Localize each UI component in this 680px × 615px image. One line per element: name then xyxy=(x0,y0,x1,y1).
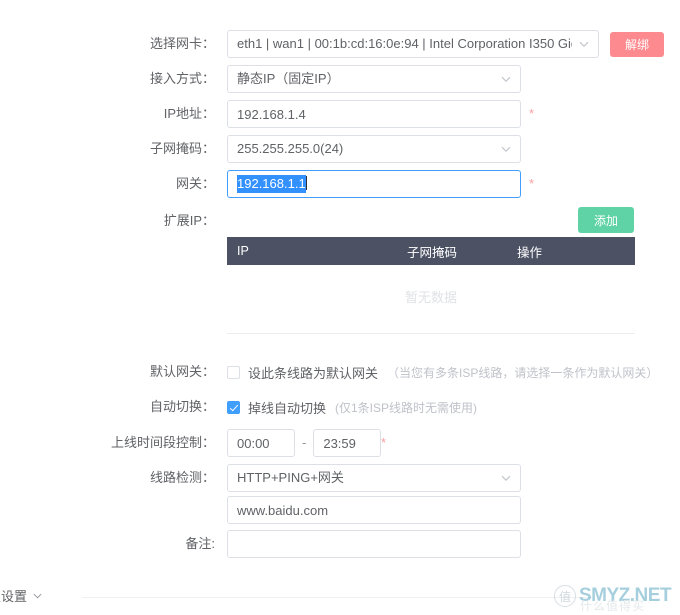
column-header-netmask: 子网掩码 xyxy=(407,245,458,260)
online-time-required-mark: * xyxy=(381,435,387,450)
advanced-settings-label: 级设置 xyxy=(0,589,28,604)
chevron-down-icon xyxy=(578,31,590,57)
gateway-selected-text: 192.168.1.1 xyxy=(237,175,306,193)
line-detect-select-field: HTTP+PING+网关 xyxy=(227,464,521,492)
ext-ip-table: IP 子网掩码 操作 暂无数据 xyxy=(227,237,635,327)
access-mode-select-value: 静态IP（固定IP） xyxy=(237,71,340,86)
remark-field xyxy=(227,530,521,558)
online-time-separator: - xyxy=(302,435,307,450)
ext-ip-label: 扩展IP： xyxy=(163,213,215,228)
default-gateway-checkbox[interactable] xyxy=(227,365,240,379)
form-row-nic: 选择网卡： eth1 | wan1 | 00:1b:cd:16:0e:94 | … xyxy=(0,30,680,58)
form-row-line-detect: 线路检测： HTTP+PING+网关 xyxy=(0,464,680,492)
online-time-field: - xyxy=(227,429,382,457)
chevron-down-icon xyxy=(500,136,512,162)
chevron-down-icon xyxy=(32,590,43,601)
gateway-label: 网关： xyxy=(175,176,215,191)
unbind-button[interactable]: 解绑 xyxy=(610,32,664,57)
netmask-label: 子网掩码： xyxy=(149,141,215,156)
detect-host-input[interactable] xyxy=(227,496,521,524)
section-divider xyxy=(227,333,635,334)
column-header-ip: IP xyxy=(237,244,249,258)
remark-input[interactable] xyxy=(227,530,521,558)
form-row-ext-ip: 扩展IP： 添加 xyxy=(0,207,680,235)
online-time-start-input[interactable] xyxy=(227,429,295,457)
default-gateway-field: 设此条线路为默认网关 （当您有多条ISP线路，请选择一条作为默认网关） xyxy=(227,358,658,386)
ip-address-label: IP地址： xyxy=(163,106,215,121)
form-row-default-gateway: 默认网关： 设此条线路为默认网关 （当您有多条ISP线路，请选择一条作为默认网关… xyxy=(0,358,680,386)
line-detect-select-value: HTTP+PING+网关 xyxy=(237,470,344,485)
auto-switch-checkbox-row[interactable]: 掉线自动切换 (仅1条ISP线路时无需使用) xyxy=(227,393,477,421)
watermark-badge: 值 xyxy=(554,585,576,607)
gateway-field: 192.168.1.1 xyxy=(227,170,521,198)
online-time-end-input[interactable] xyxy=(313,429,382,457)
form-row-ip-address: IP地址： * xyxy=(0,100,680,128)
netmask-select-field: 255.255.255.0(24) xyxy=(227,135,521,163)
ip-address-field xyxy=(227,100,521,128)
site-watermark: 值 SMYZ.NET 什么值得买 xyxy=(554,578,678,614)
nic-select-value: eth1 | wan1 | 00:1b:cd:16:0e:94 | Intel … xyxy=(237,36,572,51)
form-row-access-mode: 接入方式： 静态IP（固定IP） xyxy=(0,65,680,93)
column-header-action: 操作 xyxy=(517,245,543,260)
watermark-subtext: 什么值得买 xyxy=(580,599,646,613)
form-row-online-time: 上线时间段控制： - * xyxy=(0,429,680,457)
watermark-text: SMYZ.NET xyxy=(579,585,672,606)
default-gateway-hint: （当您有多条ISP线路，请选择一条作为默认网关） xyxy=(387,365,659,380)
advanced-settings-toggle[interactable]: 级设置 xyxy=(0,586,43,605)
auto-switch-checkbox-label: 掉线自动切换 xyxy=(248,400,327,416)
nic-label: 选择网卡： xyxy=(149,36,215,51)
line-detect-label: 线路检测： xyxy=(149,470,215,485)
form-row-gateway: 网关： 192.168.1.1 * xyxy=(0,170,680,198)
default-gateway-label: 默认网关： xyxy=(149,364,215,379)
netmask-select[interactable]: 255.255.255.0(24) xyxy=(227,135,521,163)
auto-switch-field: 掉线自动切换 (仅1条ISP线路时无需使用) xyxy=(227,393,477,421)
nic-select[interactable]: eth1 | wan1 | 00:1b:cd:16:0e:94 | Intel … xyxy=(227,30,599,58)
access-mode-select-field: 静态IP（固定IP） xyxy=(227,65,521,93)
line-detect-select[interactable]: HTTP+PING+网关 xyxy=(227,464,521,492)
auto-switch-label: 自动切换： xyxy=(149,399,215,414)
ext-ip-table-empty: 暂无数据 xyxy=(227,265,635,327)
netmask-select-value: 255.255.255.0(24) xyxy=(237,141,344,156)
default-gateway-checkbox-row[interactable]: 设此条线路为默认网关 （当您有多条ISP线路，请选择一条作为默认网关） xyxy=(227,358,658,386)
ip-address-input[interactable] xyxy=(227,100,521,128)
auto-switch-checkbox[interactable] xyxy=(227,400,240,414)
ip-address-required-mark: * xyxy=(529,106,535,121)
access-mode-label: 接入方式： xyxy=(149,71,215,86)
form-row-auto-switch: 自动切换： 掉线自动切换 (仅1条ISP线路时无需使用) xyxy=(0,393,680,421)
online-time-label: 上线时间段控制： xyxy=(110,435,215,450)
form-row-netmask: 子网掩码： 255.255.255.0(24) xyxy=(0,135,680,163)
gateway-required-mark: * xyxy=(529,176,535,191)
ext-ip-table-header: IP 子网掩码 操作 xyxy=(227,237,635,265)
gateway-input[interactable]: 192.168.1.1 xyxy=(227,170,521,198)
footer-divider xyxy=(82,597,592,598)
default-gateway-checkbox-label: 设此条线路为默认网关 xyxy=(248,365,379,381)
detect-host-field xyxy=(227,496,521,524)
text-cursor xyxy=(305,176,307,190)
network-interface-form: 选择网卡： eth1 | wan1 | 00:1b:cd:16:0e:94 | … xyxy=(0,0,680,615)
form-row-detect-host xyxy=(0,496,680,524)
auto-switch-hint: (仅1条ISP线路时无需使用) xyxy=(335,400,478,415)
access-mode-select[interactable]: 静态IP（固定IP） xyxy=(227,65,521,93)
add-ext-ip-button[interactable]: 添加 xyxy=(578,207,634,233)
form-row-remark: 备注: xyxy=(0,530,680,558)
nic-select-field: eth1 | wan1 | 00:1b:cd:16:0e:94 | Intel … xyxy=(227,30,599,58)
remark-label: 备注: xyxy=(185,536,215,551)
chevron-down-icon xyxy=(500,465,512,491)
chevron-down-icon xyxy=(500,66,512,92)
